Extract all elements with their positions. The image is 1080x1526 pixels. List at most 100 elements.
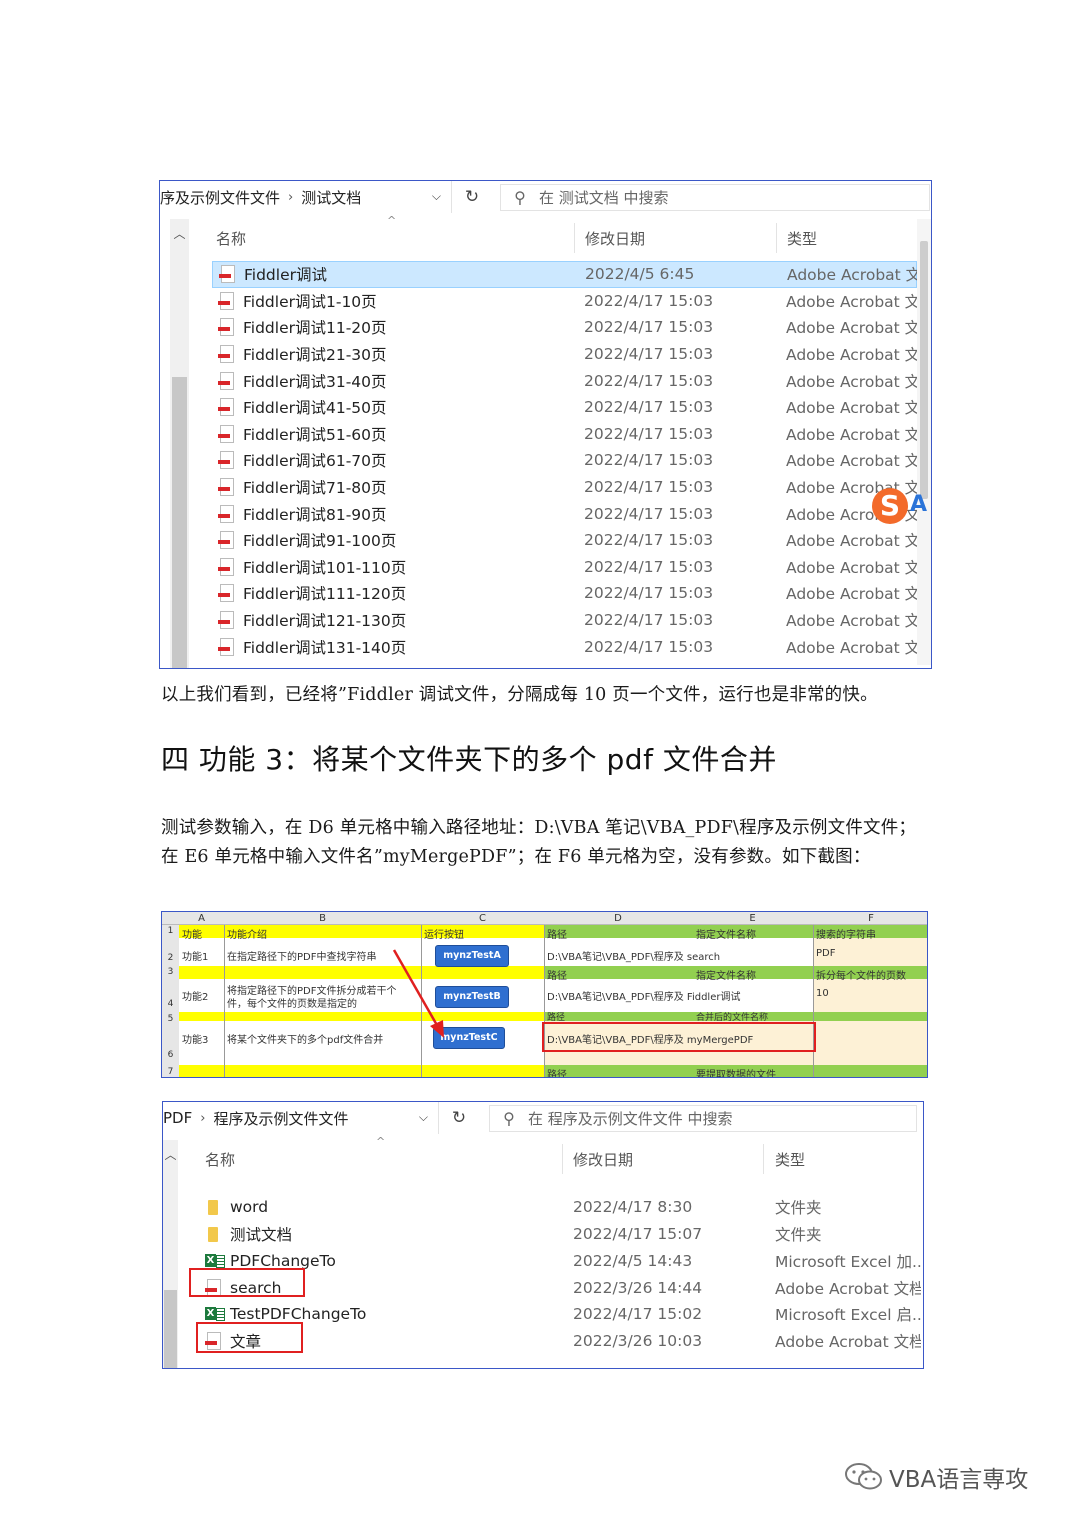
file-date: 2022/4/17 15:03	[584, 451, 714, 470]
file-row[interactable]: Fiddler调试91-100页 2022/4/17 15:03 Adobe Acr…	[212, 527, 917, 554]
file-row[interactable]: Fiddler调试81-90页 2022/4/17 15:03 Adobe Acro…	[212, 500, 917, 527]
file-date: 2022/4/17 15:03	[584, 531, 714, 550]
file-type: Adobe Acrobat 文	[786, 372, 917, 391]
file-name: Fiddler调试	[244, 266, 327, 285]
scroll-thumb[interactable]	[164, 1290, 177, 1368]
pdf-file-icon	[219, 265, 236, 284]
pdf-file-icon	[218, 637, 235, 656]
file-date: 2022/4/17 15:03	[584, 584, 714, 603]
pdf-file-icon	[218, 318, 235, 337]
column-separator[interactable]	[776, 223, 777, 253]
file-type: Adobe Acrobat 文档	[775, 1333, 921, 1352]
file-row[interactable]: Fiddler调试41-50页 2022/4/17 15:03 Adobe Acro…	[212, 394, 917, 421]
file-row[interactable]: Fiddler调试51-60页 2022/4/17 15:03 Adobe Acro…	[212, 421, 917, 448]
scroll-up-icon[interactable]: ︿	[163, 1146, 178, 1163]
breadcrumb-current[interactable]: 测试文档	[301, 187, 361, 208]
pdf-file-icon	[218, 345, 235, 364]
file-row[interactable]: 文章 2022/3/26 10:03 Adobe Acrobat 文档	[201, 1328, 921, 1355]
pdf-file-icon	[218, 478, 235, 497]
left-scrollbar[interactable]: ︿	[170, 219, 189, 668]
left-scrollbar[interactable]: ︿	[163, 1140, 178, 1368]
scroll-up-icon[interactable]: ︿	[170, 225, 189, 242]
pdf-file-icon	[218, 557, 235, 576]
column-separator[interactable]	[763, 1144, 764, 1174]
right-scrollbar[interactable]	[917, 219, 931, 665]
file-type: Adobe Acrobat 文	[786, 292, 917, 311]
paragraph-2-line-1: 测试参数输入，在 D6 单元格中输入路径地址：D:\VBA 笔记\VBA_PDF…	[161, 818, 917, 838]
pdf-file-icon	[218, 451, 235, 470]
scroll-thumb[interactable]	[920, 241, 928, 499]
folder-icon	[205, 1226, 222, 1243]
breadcrumb-parent[interactable]: 序及示例文件文件	[160, 187, 280, 208]
file-type: Microsoft Excel 加...	[775, 1252, 921, 1271]
file-row[interactable]: Fiddler调试1-10页 2022/4/17 15:03 Adobe Acrob…	[212, 288, 917, 315]
search-input[interactable]: ⚲ 在 程序及示例文件文件 中搜索	[489, 1105, 917, 1132]
address-bar[interactable]: 序及示例文件文件 › 测试文档 ⌵	[160, 181, 452, 213]
file-row[interactable]: Fiddler调试21-30页 2022/4/17 15:03 Adobe Acro…	[212, 341, 917, 368]
sort-caret-icon: ^	[376, 1135, 386, 1148]
explorer-window-program-files: PDF › 程序及示例文件文件 ⌵ ↻ ⚲ 在 程序及示例文件文件 中搜索 ︿ …	[162, 1101, 924, 1369]
file-row[interactable]: Fiddler调试121-130页 2022/4/17 15:03 Adobe Ac…	[212, 607, 917, 634]
column-type[interactable]: 类型	[787, 221, 817, 255]
file-name: Fiddler调试131-140页	[243, 638, 407, 657]
file-row[interactable]: word 2022/4/17 8:30 文件夹	[201, 1194, 921, 1221]
ime-logo-icon: S	[872, 488, 908, 524]
excel-file-icon	[205, 1253, 225, 1269]
file-row[interactable]: TestPDFChangeTo 2022/4/17 15:02 Microsoft …	[201, 1301, 921, 1328]
refresh-icon[interactable]: ↻	[454, 181, 490, 213]
file-name: Fiddler调试51-60页	[243, 425, 387, 444]
column-name[interactable]: 名称	[205, 1142, 235, 1176]
file-name: Fiddler调试31-40页	[243, 372, 387, 391]
column-separator[interactable]	[562, 1144, 563, 1174]
column-separator[interactable]	[574, 223, 575, 253]
file-row[interactable]: 测试文档 2022/4/17 15:07 文件夹	[201, 1221, 921, 1248]
file-type: Adobe Acrobat 文	[786, 425, 917, 444]
file-type: 文件夹	[775, 1199, 822, 1218]
file-date: 2022/4/17 15:02	[573, 1305, 703, 1324]
file-name: Fiddler调试81-90页	[243, 505, 387, 524]
paragraph-2-line-2: 在 E6 单元格中输入文件名”myMergePDF”；在 F6 单元格为空，没有…	[161, 847, 871, 867]
file-date: 2022/4/5 14:43	[573, 1251, 693, 1270]
file-date: 2022/4/17 8:30	[573, 1198, 693, 1217]
search-icon: ⚲	[503, 1109, 515, 1128]
search-input[interactable]: ⚲ 在 测试文档 中搜索	[500, 184, 930, 211]
search-placeholder: 在 程序及示例文件文件 中搜索	[528, 1110, 733, 1128]
file-date: 2022/4/17 15:03	[584, 504, 714, 523]
section-heading: 四 功能 3：将某个文件夹下的多个 pdf 文件合并	[161, 743, 777, 776]
file-row[interactable]: PDFChangeTo2022/4/5 14:43Microsoft Excel…	[201, 1248, 921, 1275]
chevron-down-icon[interactable]: ⌵	[419, 1110, 428, 1125]
file-type: Adobe Acrobat 文	[786, 612, 917, 631]
address-bar[interactable]: PDF › 程序及示例文件文件 ⌵	[163, 1102, 439, 1134]
chevron-down-icon[interactable]: ⌵	[432, 189, 441, 204]
excel-screenshot: A B C D E F 1 2 3 4 5 6 7 功能 功能介绍 运行按钮 路…	[161, 911, 928, 1078]
file-row[interactable]: Fiddler调试71-80页 2022/4/17 15:03 Adobe Acro…	[212, 474, 917, 501]
pdf-file-icon	[218, 584, 235, 603]
file-name: Fiddler调试41-50页	[243, 399, 387, 418]
column-date[interactable]: 修改日期	[585, 221, 645, 255]
scroll-thumb[interactable]	[172, 377, 187, 668]
file-row[interactable]: Fiddler调试131-140页 2022/4/17 15:03 Adobe Ac…	[212, 633, 917, 660]
file-date: 2022/4/17 15:03	[584, 557, 714, 576]
file-row[interactable]: Fiddler调试111-120页 2022/4/17 15:03 Adobe Ac…	[212, 580, 917, 607]
ime-letter: A	[910, 492, 928, 517]
column-type[interactable]: 类型	[775, 1142, 805, 1176]
file-row[interactable]: Fiddler调试11-20页 2022/4/17 15:03 Adobe Acro…	[212, 314, 917, 341]
file-date: 2022/4/17 15:07	[573, 1225, 703, 1244]
file-row[interactable]: Fiddler调试31-40页 2022/4/17 15:03 Adobe Acro…	[212, 367, 917, 394]
column-date[interactable]: 修改日期	[573, 1142, 633, 1176]
file-row[interactable]: Fiddler调试 2022/4/5 6:45 Adobe Acrobat 文	[212, 261, 918, 288]
file-type: Adobe Acrobat 文	[786, 532, 917, 551]
file-name: Fiddler调试71-80页	[243, 479, 387, 498]
file-row[interactable]: Fiddler调试61-70页 2022/4/17 15:03 Adobe Acro…	[212, 447, 917, 474]
file-row[interactable]: Fiddler调试101-110页 2022/4/17 15:03 Adobe Ac…	[212, 554, 917, 581]
file-date: 2022/4/17 15:03	[584, 371, 714, 390]
watermark-text: VBA语言専攻	[889, 1467, 1029, 1493]
breadcrumb-current[interactable]: 程序及示例文件文件	[213, 1108, 348, 1129]
file-type: Adobe Acrobat 文	[787, 266, 918, 285]
column-name[interactable]: 名称	[216, 221, 246, 255]
pdf-file-icon	[218, 398, 235, 417]
file-type: 文件夹	[775, 1226, 822, 1245]
breadcrumb-parent[interactable]: PDF	[163, 1109, 192, 1127]
file-row[interactable]: search 2022/3/26 14:44 Adobe Acrobat 文档	[201, 1274, 921, 1301]
refresh-icon[interactable]: ↻	[441, 1102, 477, 1134]
